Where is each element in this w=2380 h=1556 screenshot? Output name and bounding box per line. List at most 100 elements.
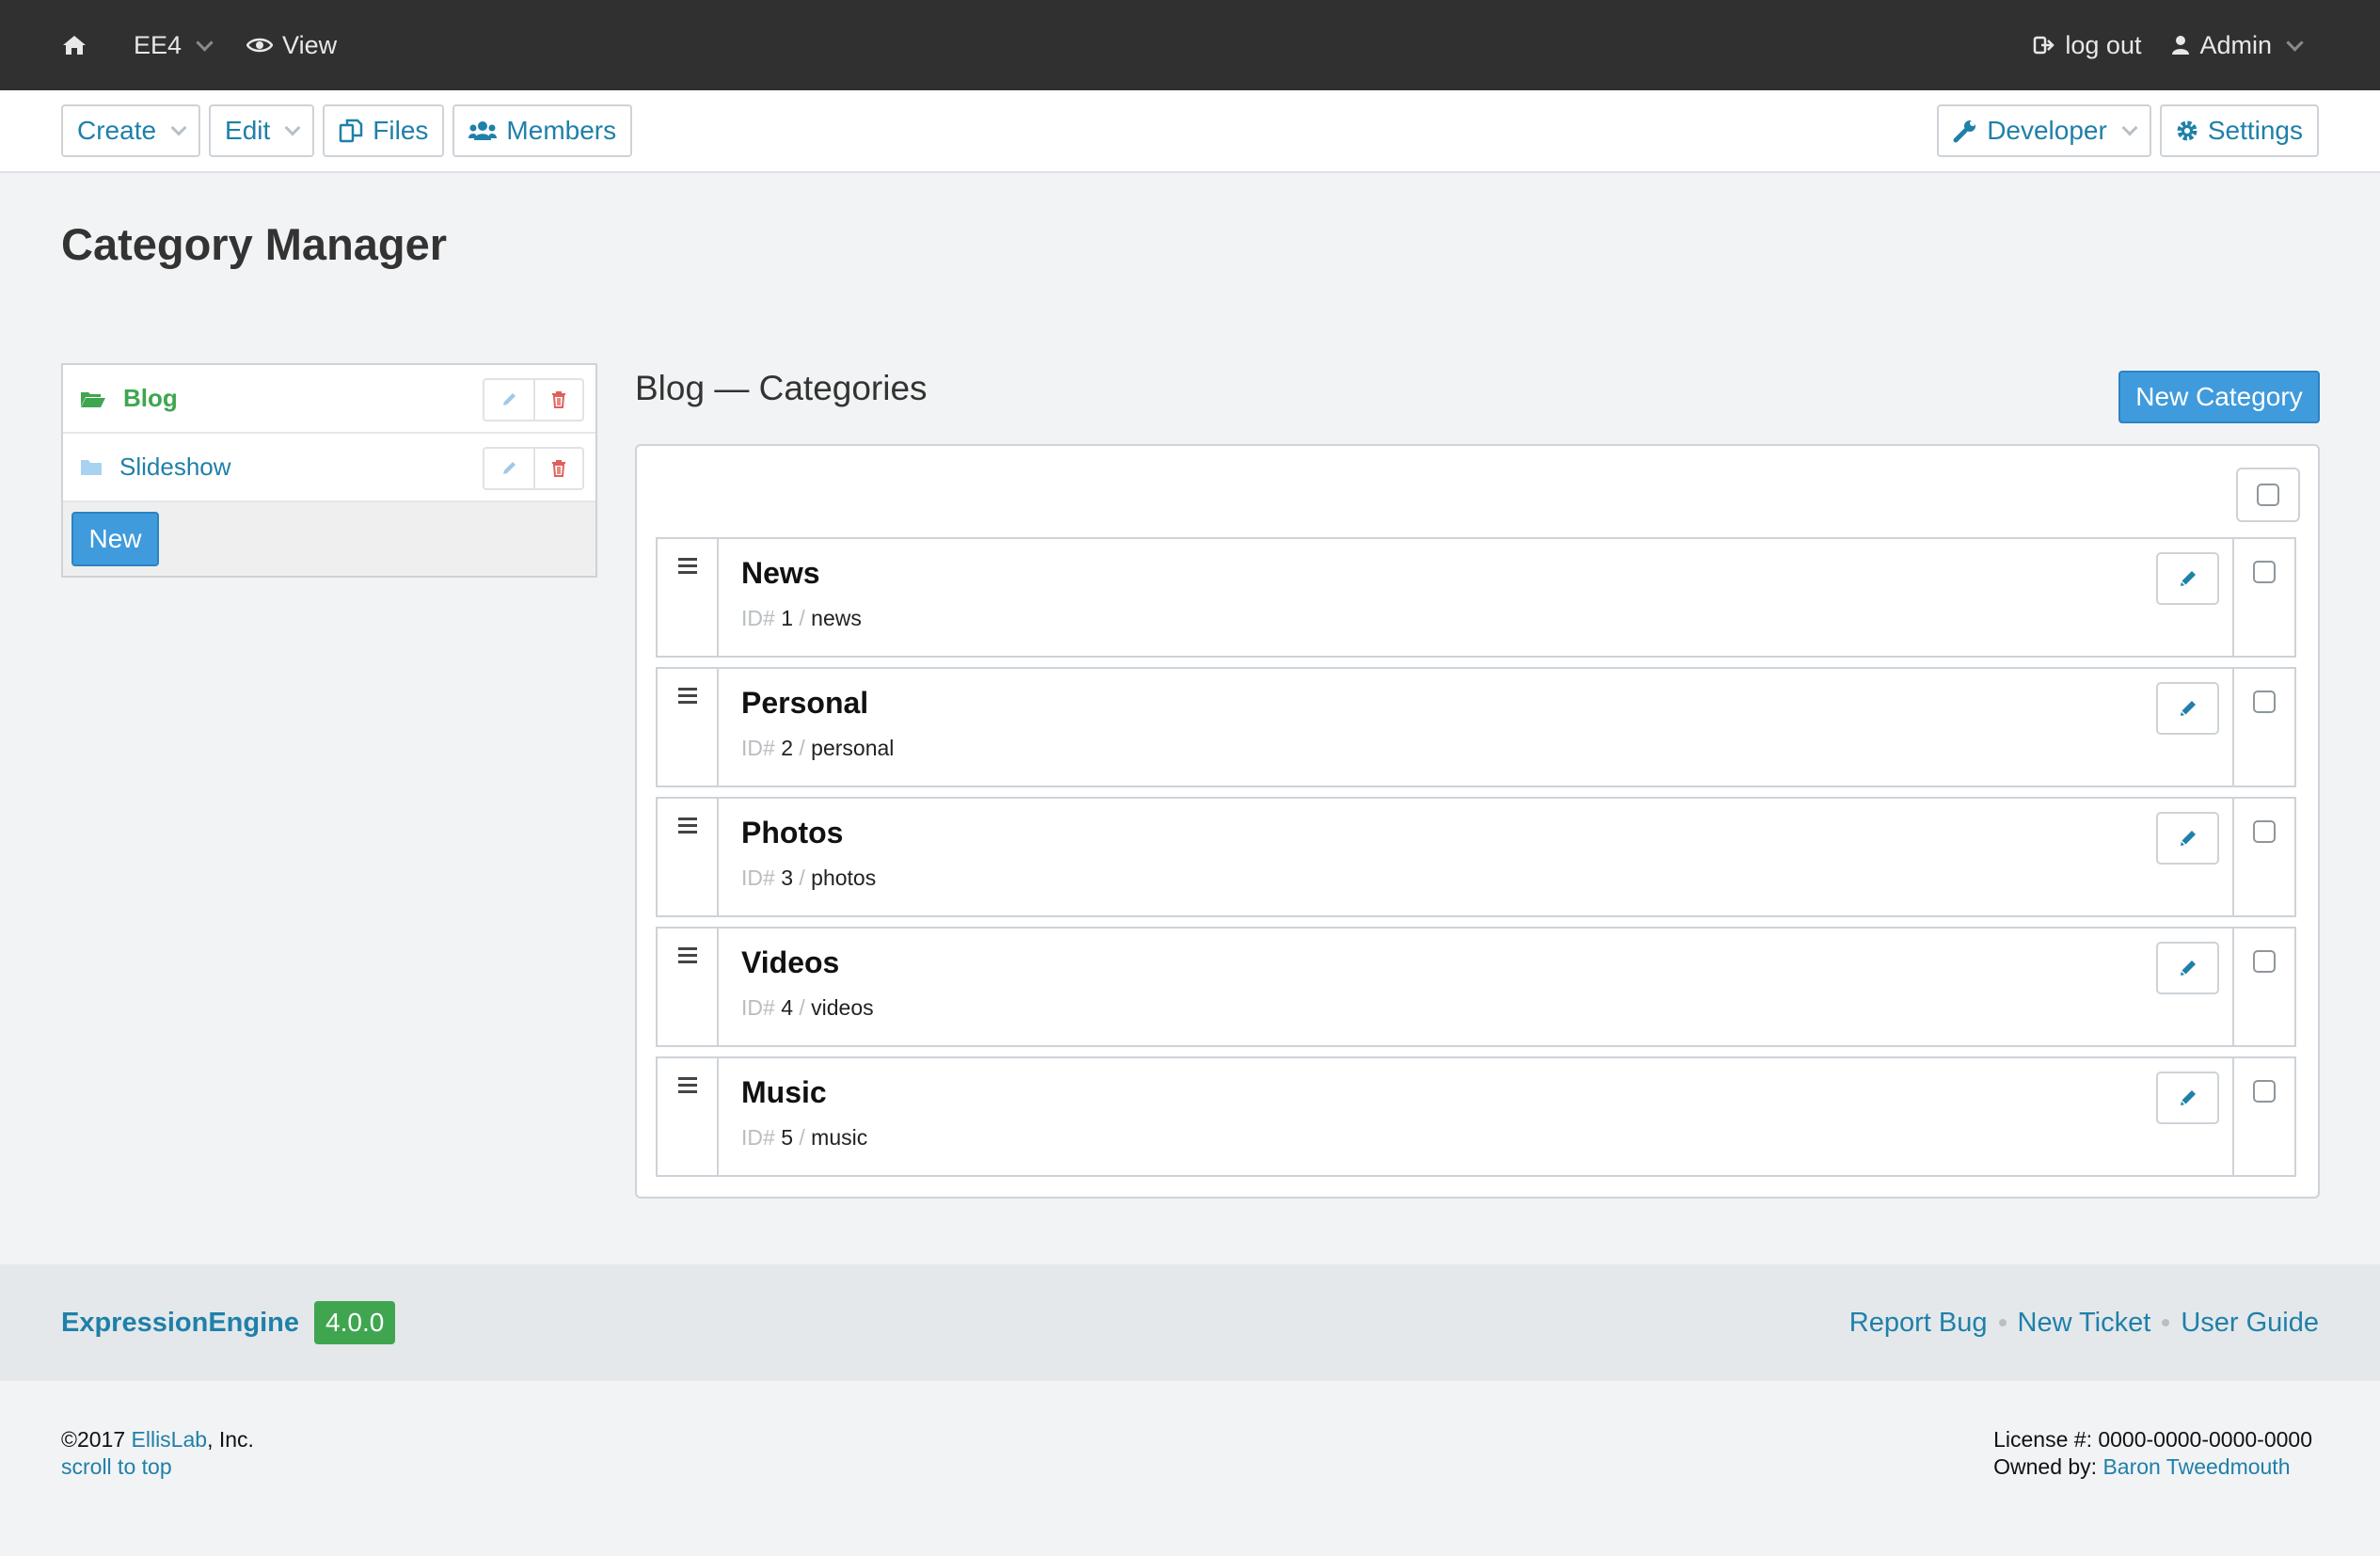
separator: / <box>799 865 805 890</box>
files-button[interactable]: Files <box>323 104 445 157</box>
separator-dot <box>1998 1319 2007 1326</box>
drag-handle[interactable] <box>658 929 719 1045</box>
company-link[interactable]: EllisLab <box>132 1427 208 1452</box>
edit-category-button[interactable] <box>2156 682 2219 735</box>
id-prefix: ID# <box>741 995 775 1020</box>
page-title: Category Manager <box>61 219 448 269</box>
edit-category-button[interactable] <box>2156 812 2219 865</box>
id-prefix: ID# <box>741 606 775 630</box>
drag-handle[interactable] <box>658 669 719 786</box>
edit-category-button[interactable] <box>2156 1072 2219 1124</box>
drag-handle[interactable] <box>658 1058 719 1175</box>
create-label: Create <box>77 116 157 145</box>
license-info: License #: 0000-0000-0000-0000 Owned by:… <box>1993 1426 2312 1481</box>
pencil-icon <box>2180 571 2196 586</box>
owner-link[interactable]: Baron Tweedmouth <box>2102 1454 2290 1479</box>
separator: / <box>799 995 805 1020</box>
separator: / <box>799 606 805 630</box>
view-site-link[interactable]: View <box>246 31 337 60</box>
top-bar: EE4 View log out Admin <box>0 0 2380 90</box>
drag-handle-icon <box>677 947 697 1045</box>
copyright-suffix: , Inc. <box>207 1427 254 1452</box>
select-all-checkbox[interactable] <box>2257 484 2279 506</box>
user-menu[interactable]: Admin <box>2171 30 2304 60</box>
logout-label: log out <box>2065 30 2142 59</box>
sidebar-item-label: Blog <box>123 384 178 412</box>
chevron-down-icon <box>284 119 301 136</box>
report-bug-link[interactable]: Report Bug <box>1849 1308 1988 1339</box>
category-name: Music <box>741 1075 827 1109</box>
category-id: 2 <box>781 736 793 760</box>
eye-icon <box>246 38 274 53</box>
category-slug: photos <box>811 865 877 890</box>
category-name: Personal <box>741 686 869 720</box>
new-group-button[interactable]: New <box>71 512 159 566</box>
members-button[interactable]: Members <box>452 104 633 157</box>
edit-category-button[interactable] <box>2156 552 2219 605</box>
category-name: News <box>741 556 820 590</box>
pencil-icon <box>503 393 516 405</box>
panel-title: Blog — Categories <box>635 369 928 407</box>
scroll-to-top-link[interactable]: scroll to top <box>61 1454 172 1479</box>
list-item: Personal ID# 2 / personal <box>656 667 2296 787</box>
pencil-icon <box>2180 831 2196 846</box>
row-checkbox[interactable] <box>2253 1080 2276 1103</box>
drag-handle-icon <box>677 688 697 786</box>
separator: / <box>799 736 805 760</box>
sidebar-item-label: Slideshow <box>119 453 231 481</box>
delete-group-button[interactable] <box>533 380 582 420</box>
main-nav: Create Edit Files Members Developer Sett… <box>0 90 2380 173</box>
user-label: Admin <box>2199 30 2272 59</box>
group-tools <box>483 447 584 490</box>
license-number: License #: 0000-0000-0000-0000 <box>1993 1427 2312 1452</box>
sidebar-item-blog[interactable]: Blog <box>63 365 595 434</box>
category-list-panel: News ID# 1 / news Personal ID# 2 / perso… <box>635 444 2320 1199</box>
category-slug: music <box>811 1125 868 1150</box>
sidebar-item-slideshow[interactable]: Slideshow <box>63 434 595 502</box>
row-checkbox[interactable] <box>2253 691 2276 713</box>
category-id: 4 <box>781 995 793 1020</box>
version-badge: 4.0.0 <box>314 1301 396 1344</box>
user-guide-link[interactable]: User Guide <box>2181 1308 2319 1339</box>
chevron-down-icon <box>196 33 214 52</box>
chevron-down-icon <box>170 119 187 136</box>
members-icon <box>468 121 498 140</box>
footer-links: Report Bug New Ticket User Guide <box>1849 1308 2319 1339</box>
trash-icon <box>552 391 565 408</box>
brand-link[interactable]: ExpressionEngine <box>61 1308 299 1339</box>
copyright-prefix: ©2017 <box>61 1427 126 1452</box>
id-prefix: ID# <box>741 1125 775 1150</box>
wrench-icon <box>1953 120 1976 143</box>
edit-menu-button[interactable]: Edit <box>209 104 315 157</box>
edit-group-button[interactable] <box>484 380 533 420</box>
row-checkbox[interactable] <box>2253 950 2276 973</box>
category-meta: ID# 4 / videos <box>741 995 2232 1021</box>
row-checkbox[interactable] <box>2253 561 2276 583</box>
category-meta: ID# 1 / news <box>741 606 2232 631</box>
gear-icon <box>2177 120 2198 141</box>
logout-link[interactable]: log out <box>2033 31 2141 60</box>
settings-button[interactable]: Settings <box>2159 104 2319 157</box>
members-label: Members <box>506 116 617 145</box>
list-item: Photos ID# 3 / photos <box>656 797 2296 917</box>
create-menu-button[interactable]: Create <box>61 104 201 157</box>
new-category-button[interactable]: New Category <box>2118 371 2320 423</box>
home-link[interactable] <box>62 35 87 56</box>
row-checkbox[interactable] <box>2253 820 2276 843</box>
edit-category-button[interactable] <box>2156 942 2219 994</box>
edit-group-button[interactable] <box>484 449 533 488</box>
drag-handle[interactable] <box>658 799 719 915</box>
files-icon <box>340 119 363 143</box>
drag-handle-icon <box>677 818 697 915</box>
site-switcher[interactable]: EE4 <box>134 31 214 60</box>
new-ticket-link[interactable]: New Ticket <box>2018 1308 2151 1339</box>
list-item: News ID# 1 / news <box>656 537 2296 658</box>
home-icon <box>63 36 86 55</box>
folder-open-icon <box>81 391 105 407</box>
drag-handle[interactable] <box>658 539 719 656</box>
category-id: 3 <box>781 865 793 890</box>
chevron-down-icon <box>2286 33 2304 52</box>
developer-menu-button[interactable]: Developer <box>1937 104 2151 157</box>
user-icon <box>2172 36 2190 55</box>
delete-group-button[interactable] <box>533 449 582 488</box>
